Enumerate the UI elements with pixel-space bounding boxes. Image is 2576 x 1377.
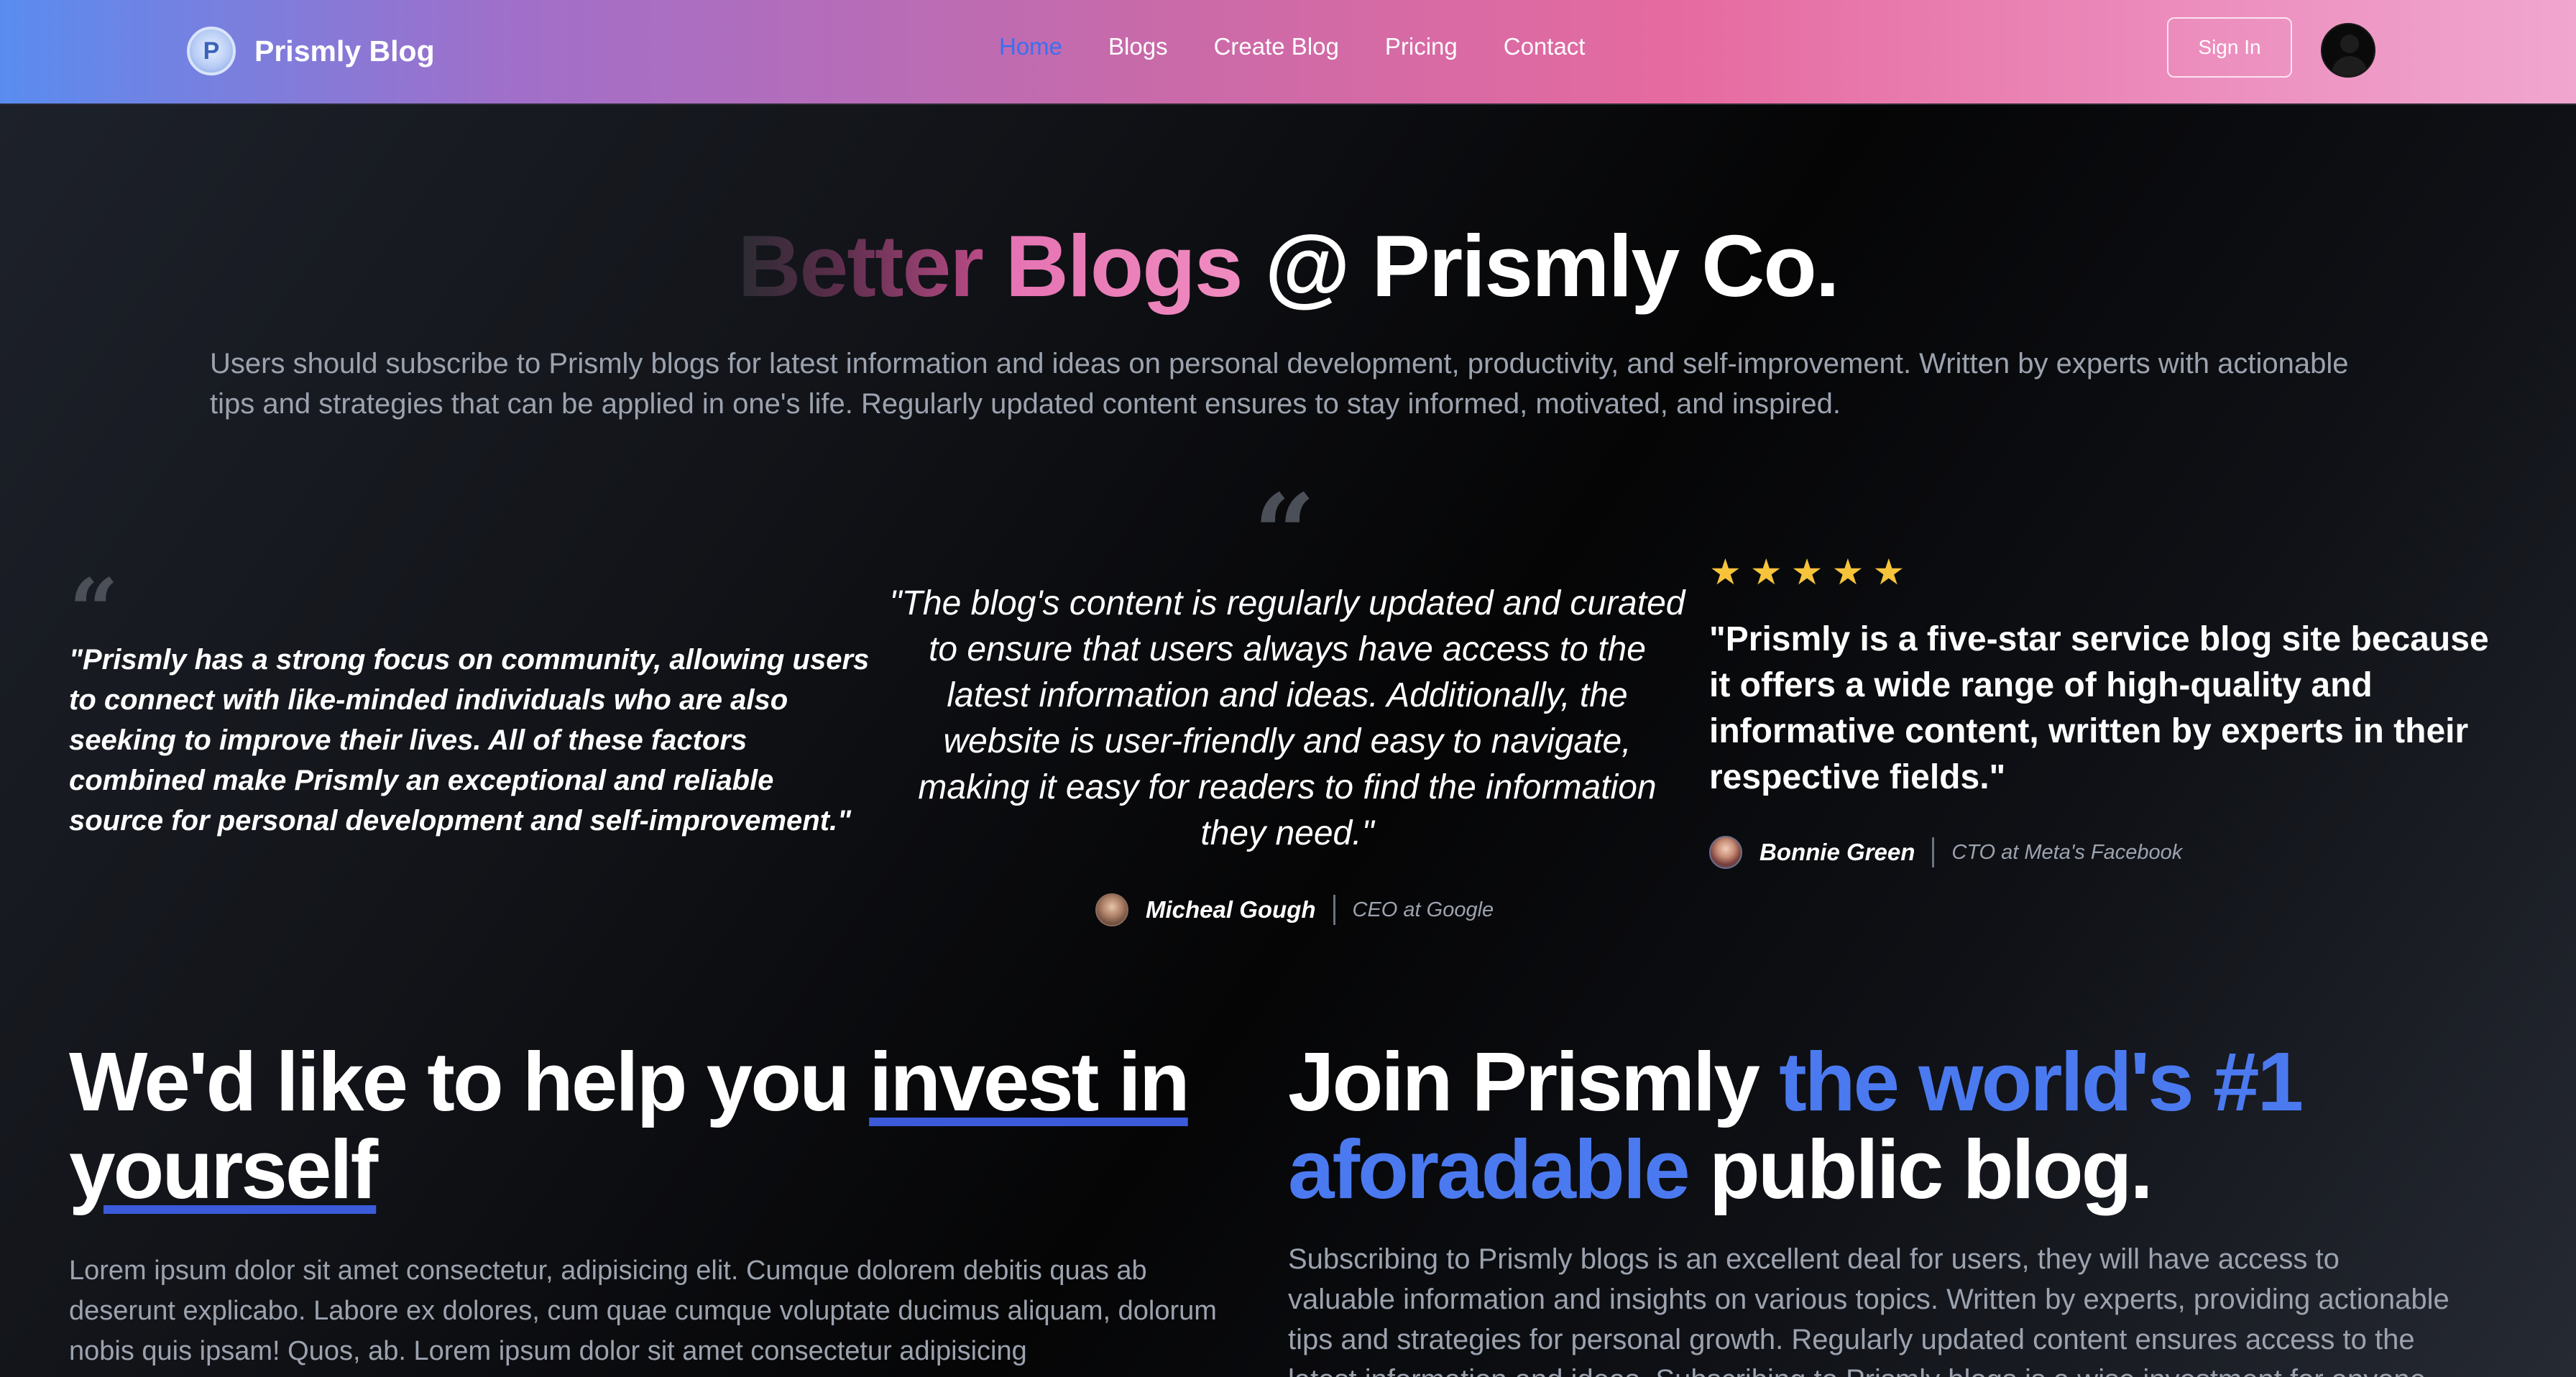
testimonial-left-quote: "Prismly has a strong focus on community… <box>69 644 870 837</box>
brand-name: Prismly Blog <box>254 34 435 68</box>
nav-link-pricing[interactable]: Pricing <box>1385 33 1458 60</box>
navbar: P Prismly Blog Home Blogs Create Blog Pr… <box>0 0 2576 105</box>
hero-title-better: Better <box>737 217 984 315</box>
avatar-body <box>2332 56 2368 76</box>
author-divider <box>1333 895 1335 925</box>
testimonial-middle-author: Micheal Gough CEO at Google <box>1095 891 1494 929</box>
testimonial-middle-quote: "The blog's content is regularly updated… <box>889 584 1685 852</box>
invest-heading-plain: We'd like to help you <box>69 1035 850 1128</box>
testimonial-right-author: Bonnie Green CTO at Meta's Facebook <box>1709 834 2182 871</box>
rating-stars: ★ ★ ★ ★ ★ <box>1709 552 1905 592</box>
star-icon: ★ <box>1749 552 1782 592</box>
join-body: Subscribing to Prismly blogs is an excel… <box>1288 1243 2450 1377</box>
nav-link-blogs[interactable]: Blogs <box>1108 33 1168 60</box>
nav-link-create-blog[interactable]: Create Blog <box>1214 33 1339 60</box>
author-avatar-micheal <box>1095 893 1128 926</box>
author-role: CTO at Meta's Facebook <box>1951 840 2183 864</box>
quote-middle-icon: “ <box>1254 471 1316 597</box>
testimonial-right-quote: "Prismly is a five-star service blog sit… <box>1709 620 2489 796</box>
nav-link-home[interactable]: Home <box>999 33 1062 60</box>
hero-title-rest: @ Prismly Co. <box>1264 217 1840 315</box>
star-icon: ★ <box>1790 552 1823 592</box>
star-icon: ★ <box>1831 552 1864 592</box>
author-avatar-bonnie <box>1709 836 1742 869</box>
author-role: CEO at Google <box>1352 898 1494 921</box>
author-divider <box>1932 837 1935 867</box>
nav-link-contact[interactable]: Contact <box>1504 33 1586 60</box>
user-avatar-icon[interactable] <box>2321 23 2375 78</box>
main-nav: Home Blogs Create Blog Pricing Contact <box>999 33 1585 60</box>
join-heading-start: Join Prismly <box>1288 1035 1760 1128</box>
join-heading-end: public blog. <box>1708 1123 2153 1216</box>
brand-logo-icon: P <box>187 27 236 75</box>
brand[interactable]: P Prismly Blog <box>187 24 435 78</box>
avatar-head <box>2340 34 2359 53</box>
hero-title-blogs: Blogs <box>1005 217 1243 315</box>
invest-heading: We'd like to help you invest in yourself <box>69 1038 1248 1213</box>
join-heading: Join Prismly the world's #1 aforadable p… <box>1288 1038 2510 1213</box>
hero-title: Better Blogs @ Prismly Co. <box>0 216 2576 316</box>
star-icon: ★ <box>1872 552 1905 592</box>
star-icon: ★ <box>1709 552 1742 592</box>
invest-body: Lorem ipsum dolor sit amet consectetur, … <box>69 1256 1217 1366</box>
author-name: Bonnie Green <box>1760 839 1915 865</box>
author-name: Micheal Gough <box>1146 896 1316 923</box>
sign-in-button[interactable]: Sign In <box>2167 17 2292 78</box>
hero-subtitle: Users should subscribe to Prismly blogs … <box>210 348 2349 420</box>
